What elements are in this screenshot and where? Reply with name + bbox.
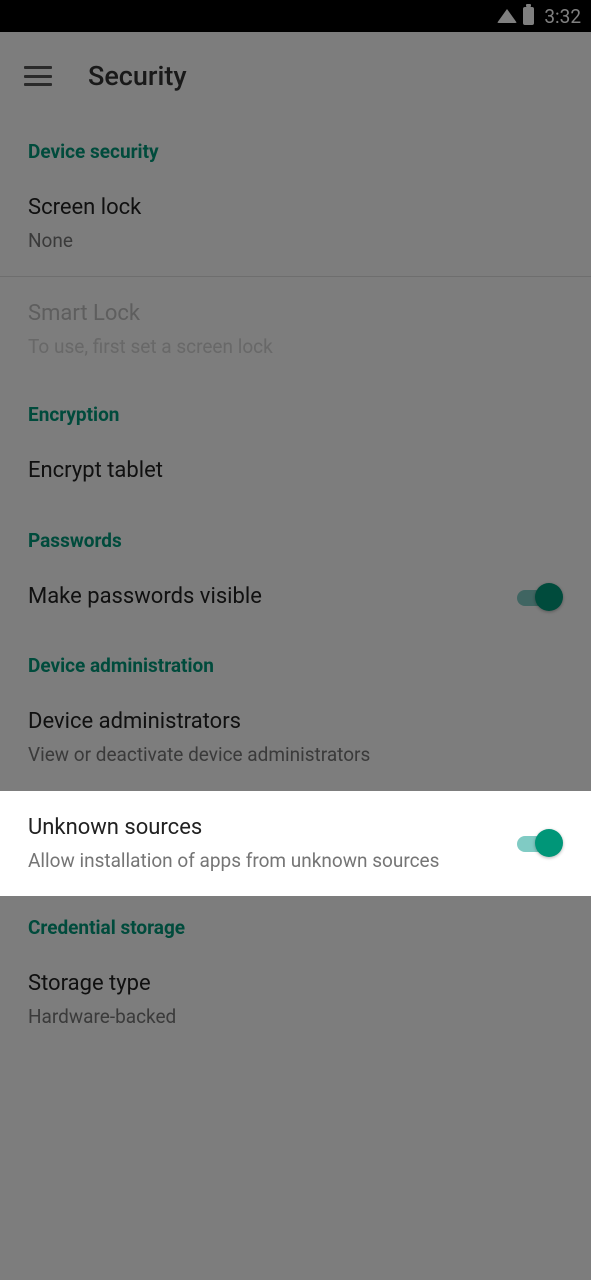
setting-subtitle: To use, first set a screen lock [28,334,543,361]
setting-device-administrators[interactable]: Device administrators View or deactivate… [0,685,591,790]
setting-storage-type[interactable]: Storage type Hardware-backed [0,947,591,1052]
app-bar: Security [0,32,591,120]
setting-subtitle: Hardware-backed [28,1004,543,1031]
setting-title: Screen lock [28,193,543,224]
page-title: Security [88,60,187,92]
status-bar: 3:32 [0,0,591,32]
setting-subtitle: Allow installation of apps from unknown … [28,848,497,875]
setting-encrypt-tablet[interactable]: Encrypt tablet [0,434,591,509]
toggle-unknown-sources[interactable] [517,829,563,857]
setting-screen-lock[interactable]: Screen lock None [0,171,591,277]
setting-title: Unknown sources [28,813,497,844]
setting-title: Make passwords visible [28,582,497,613]
section-device-admin: Device administration [0,634,591,685]
setting-title: Storage type [28,969,543,1000]
section-device-security: Device security [0,120,591,171]
setting-subtitle: View or deactivate device administrators [28,742,543,769]
setting-title: Smart Lock [28,299,543,330]
wifi-icon [497,9,517,23]
hamburger-icon[interactable] [24,66,52,86]
setting-title: Encrypt tablet [28,456,543,487]
setting-subtitle: None [28,228,543,255]
setting-unknown-sources[interactable]: Unknown sources Allow installation of ap… [0,791,591,896]
settings-list: Device security Screen lock None Smart L… [0,120,591,1053]
battery-icon [523,7,534,25]
setting-make-passwords-visible[interactable]: Make passwords visible [0,560,591,635]
section-passwords: Passwords [0,509,591,560]
setting-smart-lock: Smart Lock To use, first set a screen lo… [0,277,591,382]
status-time: 3:32 [544,5,581,28]
setting-title: Device administrators [28,707,543,738]
toggle-passwords-visible[interactable] [517,583,563,611]
section-encryption: Encryption [0,383,591,434]
section-credential-storage: Credential storage [0,896,591,947]
